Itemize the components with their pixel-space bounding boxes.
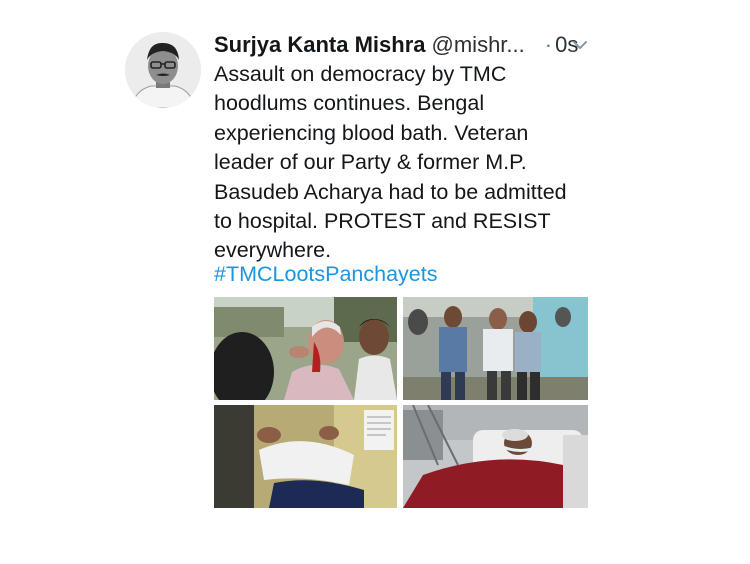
author-avatar[interactable]: [125, 32, 201, 108]
tweet-text-line: hoodlums continues. Bengal: [214, 91, 485, 116]
tweet-text-line: experiencing blood bath. Veteran: [214, 120, 529, 145]
separator-dot: ·: [544, 32, 553, 57]
tweet-text: Assault on democracy by TMC hoodlums con…: [214, 60, 594, 266]
tweet-text-line: to hospital. PROTEST and RESIST: [214, 209, 551, 234]
patient-in-hospital-bed-photo[interactable]: [403, 405, 588, 508]
injured-man-bleeding-photo[interactable]: [214, 297, 397, 400]
chevron-down-icon[interactable]: [572, 38, 588, 52]
tweet: Surjya Kanta Mishra @mishr... · 0s Assau…: [0, 0, 750, 564]
hashtag-link[interactable]: #TMCLootsPanchayets: [214, 260, 437, 289]
patient-lying-on-bed-photo[interactable]: [214, 405, 397, 508]
author-name[interactable]: Surjya Kanta Mishra: [214, 32, 426, 58]
tweet-text-line: Basudeb Acharya had to be admitted: [214, 179, 567, 204]
tweet-text-line: leader of our Party & former M.P.: [214, 150, 527, 175]
tweet-header: Surjya Kanta Mishra @mishr... · 0s: [214, 30, 578, 60]
tweet-text-line: Assault on democracy by TMC: [214, 62, 507, 86]
author-handle[interactable]: @mishr...: [432, 32, 525, 58]
men-helping-injured-man-walk-photo[interactable]: [403, 297, 588, 400]
